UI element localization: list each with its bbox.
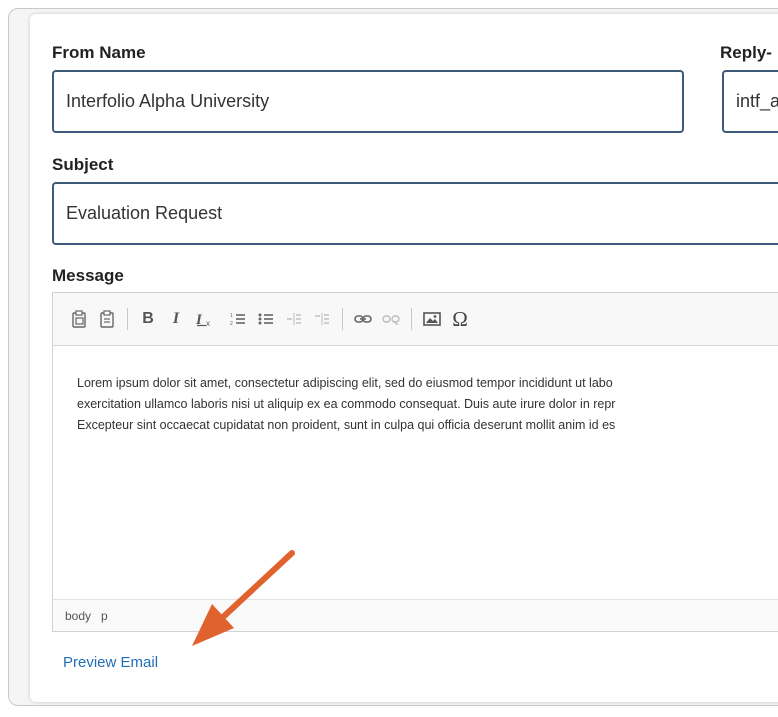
annotation-arrow-icon <box>192 550 295 646</box>
